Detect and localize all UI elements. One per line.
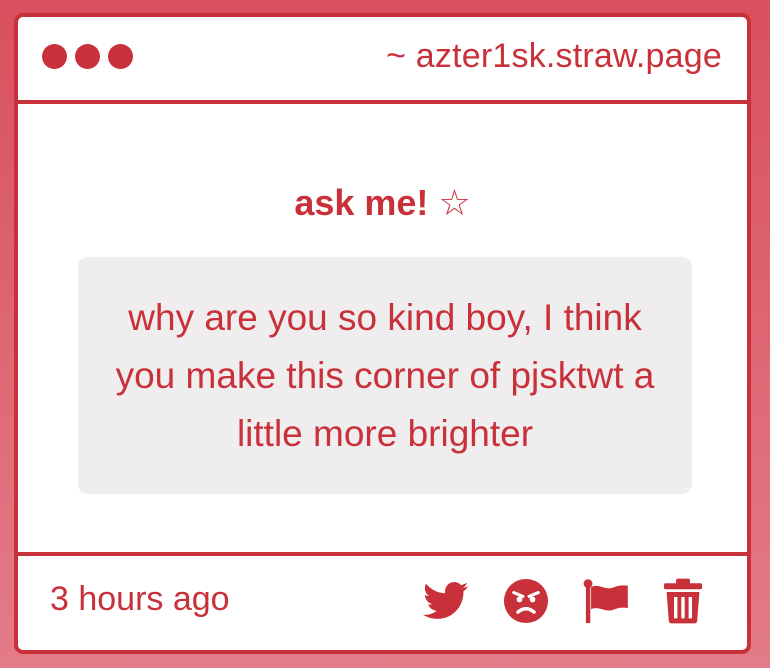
angry-face-icon[interactable] [503,578,549,624]
card-window: ~ azter1sk.straw.page ask me! ☆ why are … [14,13,751,654]
card-footer: 3 hours ago [18,552,747,650]
card-content: ask me! ☆ why are you so kind boy, I thi… [18,104,747,553]
window-dot-2 [75,44,100,69]
window-controls [42,44,133,69]
page-title: ask me! ☆ [294,182,471,223]
window-dot-3 [108,44,133,69]
question-text: why are you so kind boy, I think you mak… [115,296,655,454]
trash-icon[interactable] [663,578,703,624]
action-bar [423,578,703,624]
twitter-icon[interactable] [423,581,469,621]
question-box: why are you so kind boy, I think you mak… [78,257,692,494]
window-dot-1 [42,44,67,69]
site-url: ~ azter1sk.straw.page [386,37,722,75]
window-titlebar: ~ azter1sk.straw.page [18,17,747,104]
timestamp: 3 hours ago [50,580,230,618]
flag-icon[interactable] [583,579,629,623]
